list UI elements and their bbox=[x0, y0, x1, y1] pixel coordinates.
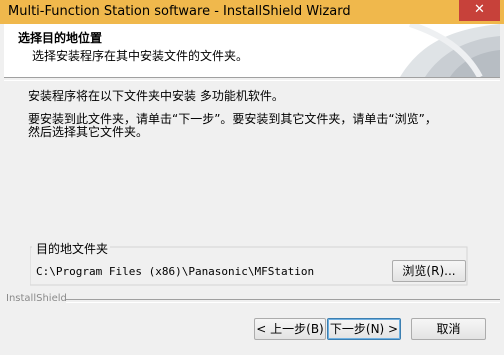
close-button[interactable]: ✕ bbox=[459, 0, 500, 21]
destination-folder-label: 目的地文件夹 bbox=[36, 242, 109, 256]
page-title: 选择目的地位置 bbox=[18, 31, 103, 45]
footer-divider bbox=[66, 299, 500, 303]
header-divider bbox=[4, 77, 500, 81]
instruction-text-2: 然后选择其它文件夹。 bbox=[28, 125, 149, 139]
wizard-header: 选择目的地位置 选择安装程序在其中安装文件的文件夹。 bbox=[4, 24, 500, 77]
destination-path: C:\Program Files (x86)\Panasonic\MFStati… bbox=[36, 265, 315, 278]
cancel-button[interactable]: 取消 bbox=[411, 318, 486, 340]
page-subtitle: 选择安装程序在其中安装文件的文件夹。 bbox=[32, 49, 249, 63]
close-icon: ✕ bbox=[474, 2, 485, 17]
title-bar[interactable]: Multi-Function Station software - Instal… bbox=[0, 0, 504, 24]
window-title: Multi-Function Station software - Instal… bbox=[8, 4, 351, 19]
browse-button[interactable]: 浏览(R)... bbox=[392, 260, 466, 282]
installshield-brand: InstallShield bbox=[6, 293, 67, 304]
wizard-banner-graphic bbox=[400, 24, 500, 77]
install-location-text: 安装程序将在以下文件夹中安装 多功能机软件。 bbox=[28, 89, 284, 103]
back-button[interactable]: < 上一步(B) bbox=[254, 318, 326, 340]
next-button[interactable]: 下一步(N) > bbox=[327, 318, 401, 340]
